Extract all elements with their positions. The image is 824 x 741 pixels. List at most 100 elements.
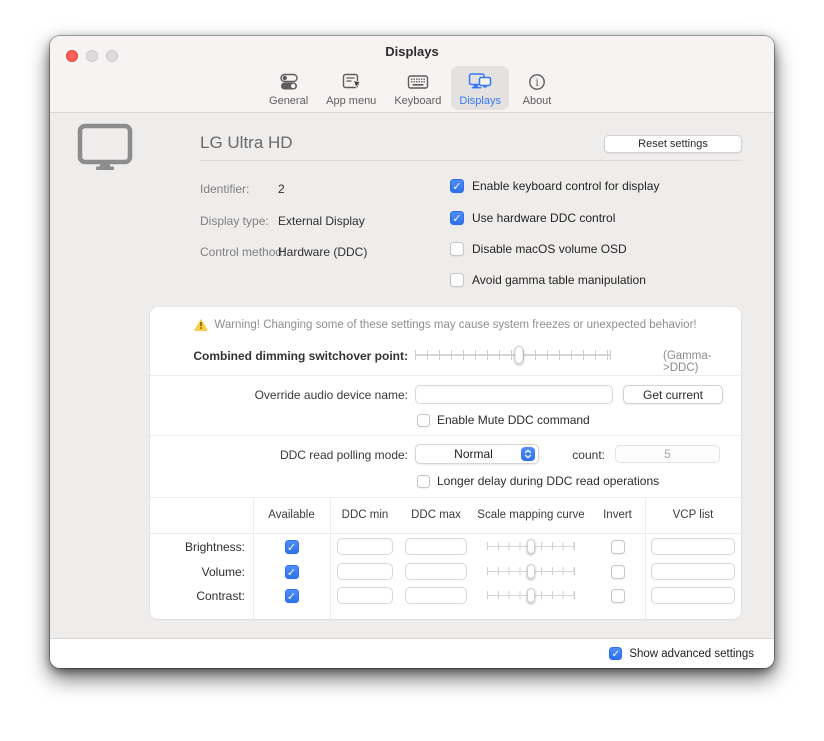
brightness-invert-checkbox[interactable] bbox=[611, 540, 625, 554]
contrast-invert-checkbox[interactable] bbox=[611, 589, 625, 603]
col-header-vcp: VCP list bbox=[645, 497, 741, 533]
longer-delay-checkbox[interactable] bbox=[417, 475, 430, 488]
footer-bar: Show advanced settings bbox=[50, 638, 774, 668]
brightness-available-checkbox[interactable] bbox=[285, 540, 299, 554]
polling-mode-value: Normal bbox=[416, 447, 521, 461]
tab-general-label: General bbox=[269, 95, 308, 107]
toolbar: General App menu bbox=[50, 66, 774, 110]
brightness-row-label: Brightness: bbox=[150, 540, 245, 554]
brightness-curve-slider[interactable] bbox=[487, 539, 575, 554]
show-advanced-checkbox[interactable] bbox=[609, 647, 622, 660]
display-type-value: External Display bbox=[278, 214, 365, 228]
volume-vcp-input[interactable] bbox=[651, 563, 735, 580]
desktop: Displays General bbox=[0, 0, 824, 741]
volume-row-label: Volume: bbox=[150, 565, 245, 579]
disable-osd-checkbox[interactable] bbox=[450, 242, 464, 256]
col-header-ddc-min: DDC min bbox=[330, 497, 400, 533]
displays-icon bbox=[467, 70, 493, 94]
brightness-vcp-input[interactable] bbox=[651, 538, 735, 555]
dimming-label: Combined dimming switchover point: bbox=[150, 349, 408, 363]
brightness-ddc-min-input[interactable] bbox=[337, 538, 393, 555]
tab-general[interactable]: General bbox=[261, 66, 316, 110]
info-circle-icon: i bbox=[526, 70, 548, 94]
identifier-value: 2 bbox=[278, 182, 285, 196]
tab-app-menu-label: App menu bbox=[326, 95, 376, 107]
disable-osd-label: Disable macOS volume OSD bbox=[472, 242, 627, 256]
tab-displays[interactable]: Displays bbox=[451, 66, 509, 110]
contrast-curve-slider[interactable] bbox=[487, 588, 575, 603]
tab-keyboard[interactable]: Keyboard bbox=[386, 66, 449, 110]
monitor-icon bbox=[77, 123, 133, 171]
volume-available-checkbox[interactable] bbox=[285, 565, 299, 579]
option-disable-osd: Disable macOS volume OSD bbox=[450, 242, 627, 256]
contrast-vcp-input[interactable] bbox=[651, 587, 735, 604]
volume-invert-checkbox[interactable] bbox=[611, 565, 625, 579]
slider-track bbox=[415, 354, 611, 356]
col-header-available: Available bbox=[253, 497, 330, 533]
count-field[interactable]: 5 bbox=[615, 445, 720, 463]
identifier-label: Identifier: bbox=[200, 182, 249, 196]
contrast-ddc-max-input[interactable] bbox=[405, 587, 467, 604]
tab-keyboard-label: Keyboard bbox=[394, 95, 441, 107]
hardware-ddc-checkbox[interactable] bbox=[450, 211, 464, 225]
tab-about[interactable]: i About bbox=[511, 66, 563, 110]
option-hardware-ddc: Use hardware DDC control bbox=[450, 211, 615, 225]
get-current-button[interactable]: Get current bbox=[623, 385, 723, 404]
audio-name-label: Override audio device name: bbox=[150, 388, 408, 402]
svg-text:i: i bbox=[535, 77, 539, 89]
section-divider bbox=[150, 435, 741, 436]
dimming-suffix: (Gamma->DDC) bbox=[663, 350, 741, 374]
col-header-ddc-max: DDC max bbox=[400, 497, 472, 533]
dimming-slider[interactable] bbox=[415, 346, 611, 364]
advanced-settings-panel: Warning! Changing some of these settings… bbox=[150, 307, 741, 619]
control-method-value: Hardware (DDC) bbox=[278, 245, 367, 259]
col-header-curve: Scale mapping curve bbox=[472, 497, 590, 533]
warning-row: Warning! Changing some of these settings… bbox=[150, 318, 741, 331]
section-divider bbox=[150, 375, 741, 376]
tab-displays-label: Displays bbox=[459, 95, 501, 107]
titlebar: Displays General bbox=[50, 36, 774, 113]
display-type-label: Display type: bbox=[200, 214, 269, 228]
contrast-available-checkbox[interactable] bbox=[285, 589, 299, 603]
avoid-gamma-label: Avoid gamma table manipulation bbox=[472, 273, 646, 287]
header-divider bbox=[200, 160, 741, 161]
option-avoid-gamma: Avoid gamma table manipulation bbox=[450, 273, 646, 287]
tab-about-label: About bbox=[523, 95, 552, 107]
audio-name-input[interactable] bbox=[415, 385, 613, 404]
mute-ddc-checkbox[interactable] bbox=[417, 414, 430, 427]
keyboard-control-checkbox[interactable] bbox=[450, 179, 464, 193]
mute-ddc-row: Enable Mute DDC command bbox=[417, 413, 590, 427]
window-title: Displays bbox=[50, 44, 774, 59]
polling-mode-label: DDC read polling mode: bbox=[150, 448, 408, 462]
mute-ddc-label: Enable Mute DDC command bbox=[437, 413, 590, 427]
longer-delay-label: Longer delay during DDC read operations bbox=[437, 474, 659, 488]
avoid-gamma-checkbox[interactable] bbox=[450, 273, 464, 287]
volume-curve-slider[interactable] bbox=[487, 564, 575, 579]
toggles-icon bbox=[278, 70, 300, 94]
table-header-divider bbox=[150, 533, 741, 534]
volume-ddc-max-input[interactable] bbox=[405, 563, 467, 580]
warning-text: Warning! Changing some of these settings… bbox=[214, 319, 696, 331]
hardware-ddc-label: Use hardware DDC control bbox=[472, 211, 615, 225]
brightness-ddc-max-input[interactable] bbox=[405, 538, 467, 555]
content-area: LG Ultra HD Reset settings Identifier: 2… bbox=[50, 113, 774, 638]
displays-settings-window: Displays General bbox=[50, 36, 774, 668]
tab-app-menu[interactable]: App menu bbox=[318, 66, 384, 110]
contrast-row-label: Contrast: bbox=[150, 589, 245, 603]
control-method-label: Control method: bbox=[200, 245, 285, 259]
option-keyboard-control: Enable keyboard control for display bbox=[450, 179, 659, 193]
warning-icon bbox=[194, 318, 208, 331]
keyboard-control-label: Enable keyboard control for display bbox=[472, 179, 659, 193]
count-label: count: bbox=[530, 448, 605, 462]
show-advanced-label: Show advanced settings bbox=[629, 648, 754, 660]
volume-ddc-min-input[interactable] bbox=[337, 563, 393, 580]
polling-mode-popup[interactable]: Normal bbox=[415, 444, 539, 464]
longer-delay-row: Longer delay during DDC read operations bbox=[417, 474, 659, 488]
reset-settings-button[interactable]: Reset settings bbox=[604, 135, 742, 153]
col-header-invert: Invert bbox=[590, 497, 645, 533]
contrast-ddc-min-input[interactable] bbox=[337, 587, 393, 604]
keyboard-icon bbox=[406, 70, 430, 94]
display-name: LG Ultra HD bbox=[200, 133, 293, 153]
slider-knob[interactable] bbox=[514, 346, 523, 364]
menu-cursor-icon bbox=[340, 70, 362, 94]
